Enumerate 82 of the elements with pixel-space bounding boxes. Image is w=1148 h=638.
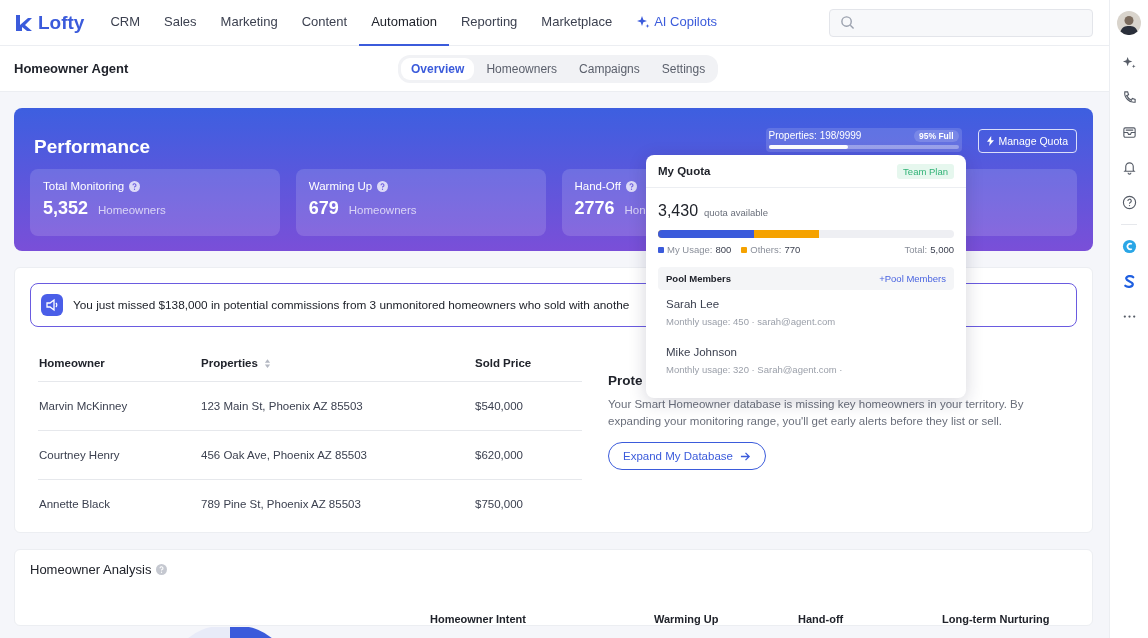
column-header: Properties bbox=[201, 357, 271, 369]
app-s-icon[interactable] bbox=[1121, 274, 1137, 289]
alert-text: You just missed $138,000 in potential commissions from 3 unmonitored homeowners who sold with anothe bbox=[73, 298, 630, 312]
member-name: Sarah Lee bbox=[666, 298, 721, 310]
total-value: 5,000 bbox=[930, 244, 954, 255]
table-cell: Marvin McKinney bbox=[39, 400, 128, 412]
sparkle-icon bbox=[636, 14, 651, 29]
quota-label: quota available bbox=[704, 207, 768, 218]
popover-title: My Quota bbox=[658, 165, 711, 177]
bell-icon[interactable] bbox=[1121, 160, 1137, 175]
pool-title: Pool Members bbox=[666, 273, 731, 284]
nav-tab[interactable]: CRM bbox=[98, 0, 153, 46]
brand-name: Lofty bbox=[38, 11, 85, 34]
table-cell: $750,000 bbox=[475, 498, 523, 510]
lightning-icon bbox=[986, 135, 994, 146]
app-c-icon[interactable] bbox=[1121, 239, 1137, 254]
search-icon bbox=[840, 15, 855, 30]
panel-title: Performance bbox=[34, 135, 151, 158]
logo-icon bbox=[14, 12, 34, 33]
expand-database-button[interactable]: Expand My Database bbox=[608, 442, 766, 470]
stat-label: Hand-Off bbox=[574, 180, 621, 192]
column-header: Hand-off bbox=[798, 613, 845, 625]
page-title: Homeowner Agent bbox=[14, 61, 129, 76]
nav-tab[interactable]: Sales bbox=[152, 0, 209, 46]
member-detail: Monthly usage: 450 · sarah@agent.com bbox=[666, 316, 837, 327]
column-header: Sold Price bbox=[475, 357, 532, 369]
column-header: Long-term Nurturing bbox=[942, 613, 1050, 625]
table-cell: $540,000 bbox=[475, 400, 523, 412]
total-label: Total: bbox=[904, 244, 928, 255]
nav-tab[interactable]: Content bbox=[289, 0, 360, 46]
section-title: Homeowner Analysis bbox=[30, 562, 152, 577]
stat-unit: Homeowners bbox=[348, 204, 417, 216]
add-pool-members-link[interactable]: +Pool Members bbox=[879, 273, 946, 284]
table-cell: $620,000 bbox=[475, 449, 523, 461]
sub-tab[interactable]: Campaigns bbox=[569, 58, 650, 80]
nav-tab[interactable]: Reporting bbox=[448, 0, 530, 46]
legend-value: 770 bbox=[784, 244, 801, 255]
sub-tab[interactable]: Homeowners bbox=[476, 58, 568, 80]
description-text: Your Smart Homeowner database is missing key homeowners in your territory. By expanding your monitoring range, you'll get early alerts before they list or sell. bbox=[608, 397, 1025, 429]
stat-unit: Homeowners bbox=[98, 204, 166, 216]
search-field[interactable] bbox=[829, 8, 1093, 37]
plan-badge: Team Plan bbox=[897, 163, 954, 179]
help-icon bbox=[156, 564, 168, 575]
stat-unit: Hon bbox=[624, 204, 646, 216]
table-cell: Courtney Henry bbox=[39, 449, 120, 461]
stat-label: Total Monitoring bbox=[43, 180, 125, 192]
help-icon[interactable] bbox=[1121, 195, 1137, 210]
nav-tab[interactable]: Marketing bbox=[208, 0, 290, 46]
column-header: Homeowner bbox=[39, 357, 105, 369]
table-cell: 123 Main St, Phoenix AZ 85503 bbox=[201, 400, 363, 412]
legend-label: My Usage: bbox=[667, 244, 713, 255]
stat-label: Warming Up bbox=[308, 180, 373, 192]
legend-label: Others: bbox=[750, 244, 782, 255]
stat-value: 2776 bbox=[574, 198, 615, 219]
column-header: Warming Up bbox=[654, 613, 720, 625]
arrow-right-icon bbox=[739, 450, 751, 462]
stat-value: 5,352 bbox=[43, 198, 89, 219]
help-icon bbox=[377, 180, 389, 192]
table-cell: Annette Black bbox=[39, 498, 110, 510]
sparkle-icon[interactable] bbox=[1121, 55, 1137, 70]
member-detail: Monthly usage: 320 · Sarah@agent.com · bbox=[666, 364, 844, 375]
table-cell: 456 Oak Ave, Phoenix AZ 85503 bbox=[201, 449, 368, 461]
inbox-icon[interactable] bbox=[1121, 125, 1137, 140]
avatar[interactable] bbox=[1117, 11, 1141, 35]
properties-label: Properties: 198/9999 bbox=[768, 130, 862, 141]
column-header: Homeowner Intent bbox=[430, 613, 527, 625]
help-icon bbox=[129, 180, 141, 192]
phone-icon[interactable] bbox=[1121, 90, 1137, 105]
sub-tab[interactable]: Settings bbox=[651, 58, 716, 80]
nav-tab[interactable]: AI Copilots bbox=[624, 0, 730, 46]
table-cell: 789 Pine St, Phoenix AZ 85503 bbox=[201, 498, 361, 510]
full-badge: 95% Full bbox=[914, 129, 959, 142]
sub-tab[interactable]: Overview bbox=[401, 58, 475, 80]
stat-value: 679 bbox=[308, 198, 339, 219]
member-name: Mike Johnson bbox=[666, 346, 738, 358]
section-title: Prote bbox=[608, 373, 643, 388]
nav-tab[interactable]: Marketplace bbox=[529, 0, 625, 46]
legend-value: 800 bbox=[715, 244, 732, 255]
help-icon bbox=[625, 180, 637, 192]
manage-quota-button[interactable]: Manage Quota bbox=[977, 128, 1077, 153]
quota-value: 3,430 bbox=[658, 202, 699, 220]
speaker-icon bbox=[41, 294, 63, 316]
